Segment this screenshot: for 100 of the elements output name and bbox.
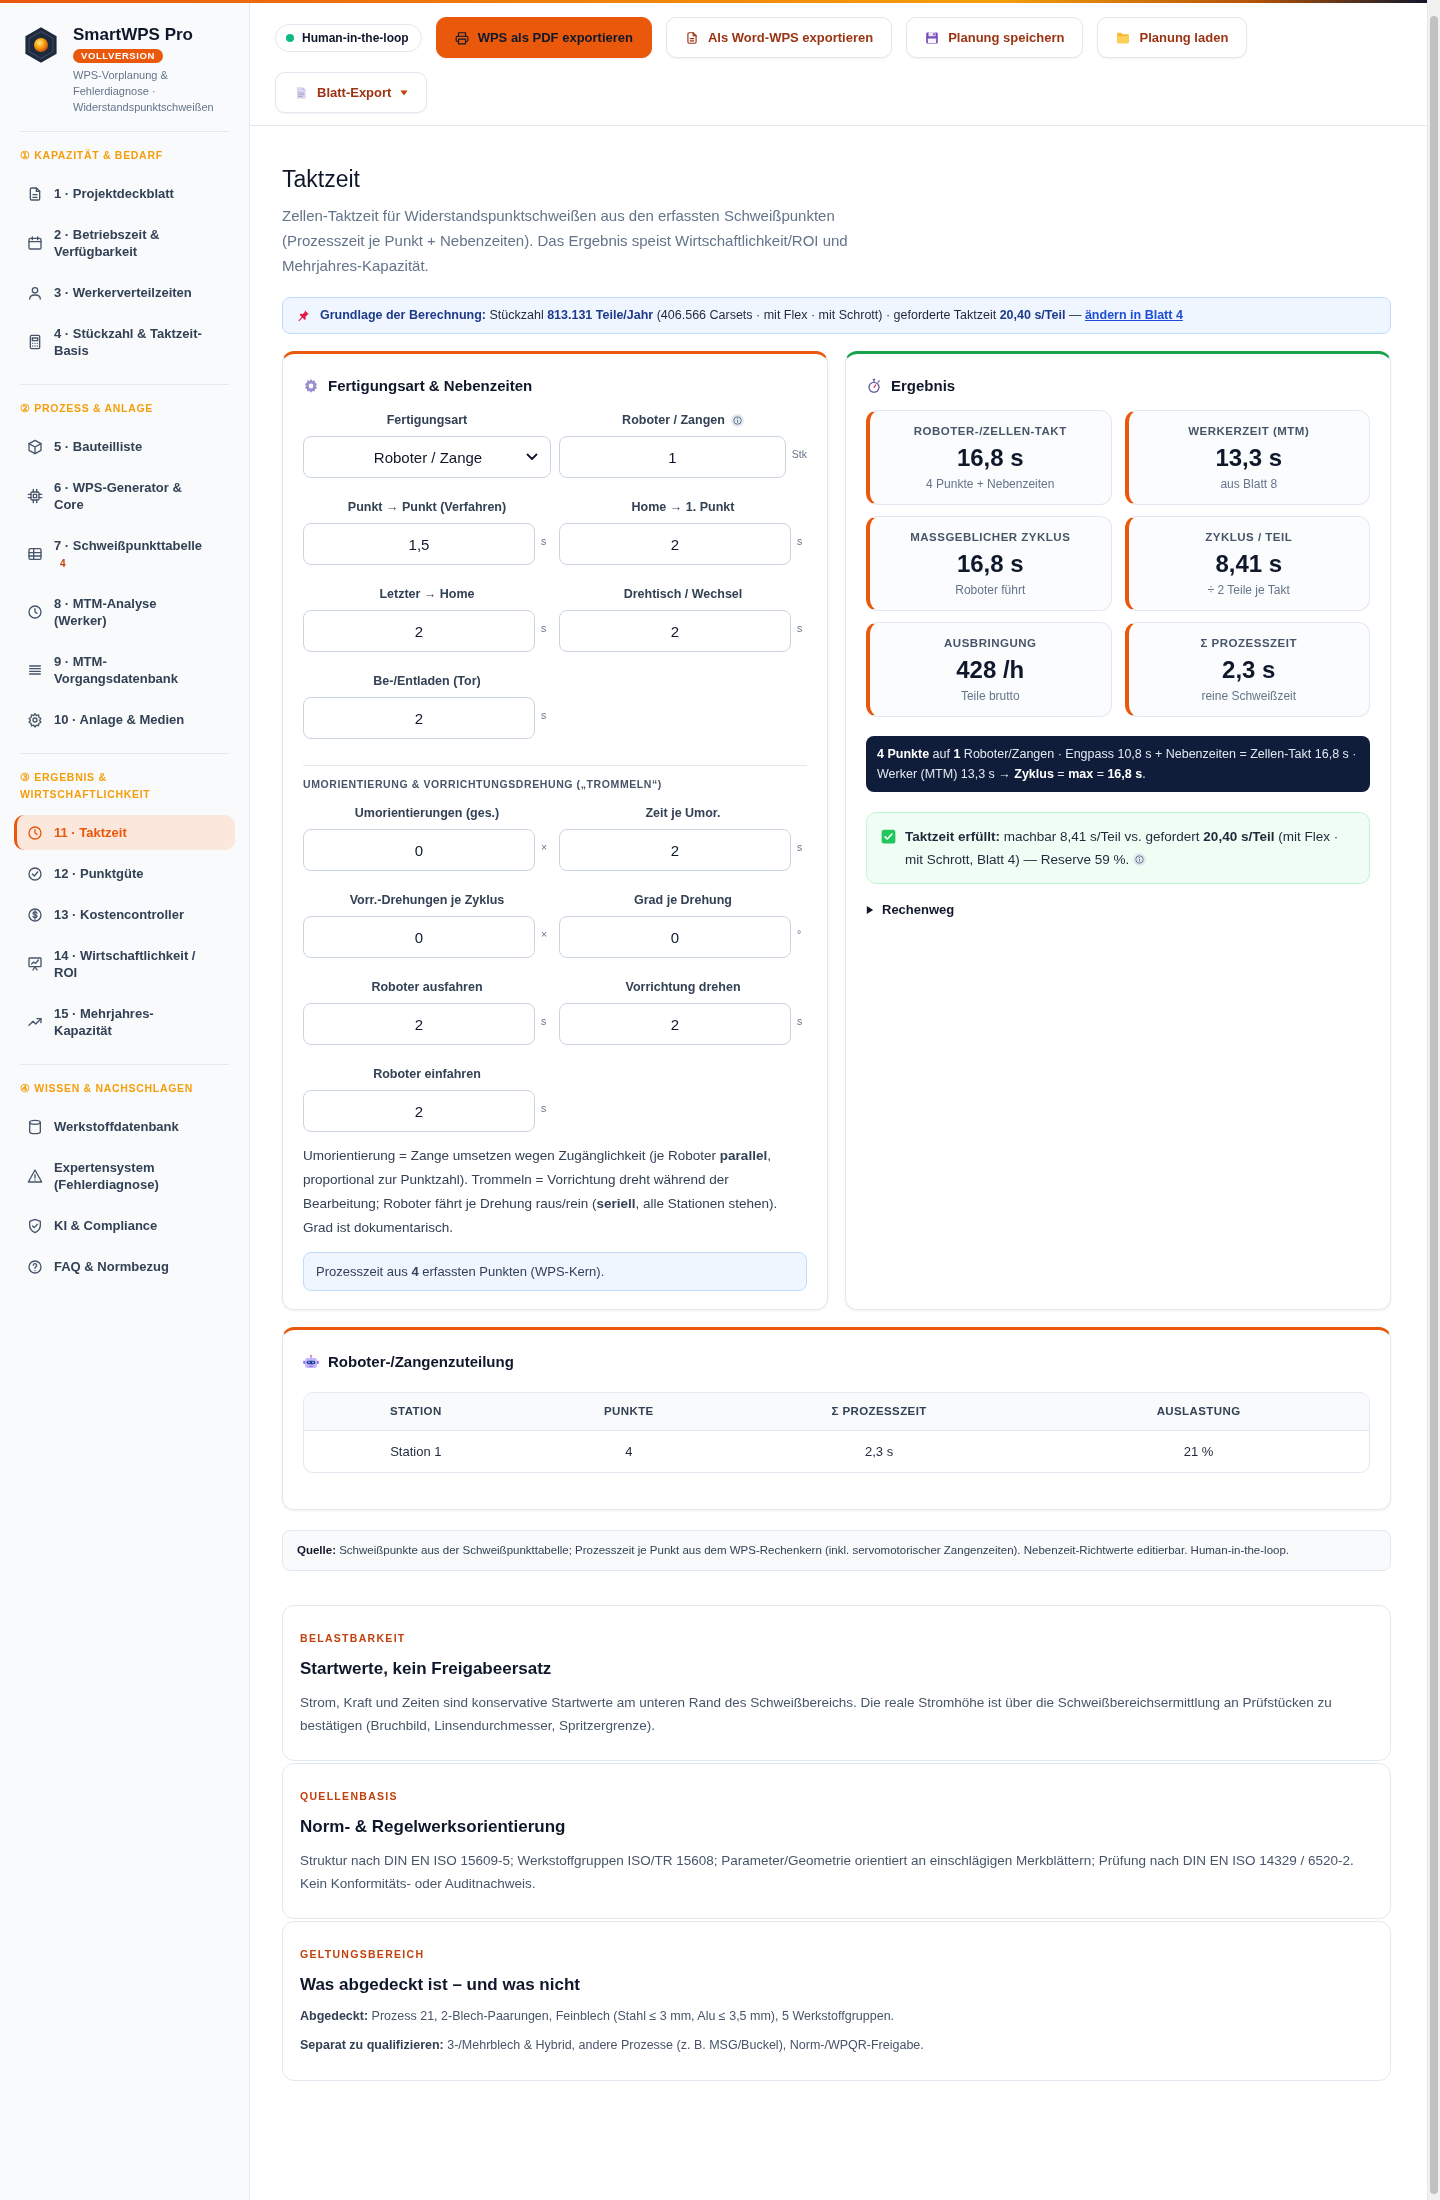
field-label: Roboter ausfahren xyxy=(371,979,483,995)
card-title: Was abgedeckt ist – und was nicht xyxy=(300,1974,581,1996)
unit-label: ° xyxy=(797,928,803,941)
table-cell-text: Station 1 xyxy=(389,1443,443,1461)
caret-icon xyxy=(400,89,409,96)
kpi-caption: Teile brutto xyxy=(959,688,1021,704)
hexagon-logo-icon xyxy=(24,26,58,64)
kpi-caption: aus Blatt 8 xyxy=(1219,476,1279,492)
field-label: Home → 1. Punkt xyxy=(631,499,735,515)
check-circle-icon xyxy=(27,865,43,882)
nav-item[interactable]: FAQ & Normbezug xyxy=(14,1249,235,1284)
field-label: Vorrichtung drehen xyxy=(625,979,741,995)
unit-label: s xyxy=(541,709,548,722)
nav-item[interactable]: 15 · Mehrjahres-Kapazität xyxy=(14,996,235,1048)
unit-label: s xyxy=(541,1015,548,1028)
number-input[interactable]: 1 xyxy=(559,436,786,478)
gear-icon xyxy=(303,378,319,394)
kpi-value: 2,3 s xyxy=(1221,656,1277,684)
card-text: Strom, Kraft und Zeiten sind konservative Startwerte am unteren Rand des Schweißbereichs. Die reale Stromhöhe ist über die Schweißbereichsermittlung an Prüfstücken zu bestätigen (Bruchbild, Linsendurchmesser, Spritzergrenze). xyxy=(300,1694,1333,1735)
number-input[interactable]: 2 xyxy=(559,829,791,871)
unit-label: s xyxy=(797,535,804,548)
change-link[interactable]: ändern in Blatt 4 xyxy=(1084,308,1183,322)
card-eyebrow: BELASTBARKEIT xyxy=(300,1632,407,1645)
nav-item[interactable]: 13 · Kostencontroller xyxy=(14,897,235,932)
save-button[interactable]: Planung speichern xyxy=(906,17,1084,58)
explanation-text: Umorientierung = Zange umsetzen wegen Zugänglichkeit (je Roboter parallel, proportional zur Punktzahl). Trommeln = Vorrichtung dreht während der Bearbeitung; Roboter fährt je Drehung raus/rein (seriell, alle Stationen stehen). Grad ist dokumentarisch. xyxy=(303,1147,779,1237)
nav-item[interactable]: KI & Compliance xyxy=(14,1208,235,1243)
scrollbar-track[interactable] xyxy=(1427,0,1440,2200)
nav-item[interactable]: 12 · Punktgüte xyxy=(14,856,235,891)
nav-item[interactable]: 1 · Projektdeckblatt xyxy=(14,176,235,211)
process-note: Prozesszeit aus 4 erfassten Punkten (WPS-Kern). xyxy=(303,1252,807,1291)
settings-icon xyxy=(27,711,43,728)
stopwatch-icon xyxy=(866,378,882,394)
word-export-button[interactable]: Als Word-WPS exportieren xyxy=(666,17,893,58)
table-cell-text: 2,3 s xyxy=(864,1443,895,1461)
number-input[interactable]: 2 xyxy=(559,1003,791,1045)
table-icon xyxy=(27,546,43,562)
nav-item[interactable]: Werkstoffdatenbank xyxy=(14,1109,235,1144)
scrollbar-thumb[interactable] xyxy=(1430,16,1438,2194)
unit-label: × xyxy=(541,928,549,941)
kpi-caption: Roboter führt xyxy=(954,582,1027,598)
dollar-icon xyxy=(27,906,43,923)
nav-item[interactable]: 8 · MTM-Analyse (Werker) xyxy=(14,586,235,638)
kpi-value: 13,3 s xyxy=(1214,444,1284,472)
table-cell-text: 4 xyxy=(624,1443,634,1461)
nav-item[interactable]: 3 · Werkerverteilzeiten xyxy=(14,275,235,310)
edition-badge: VOLLVERSION xyxy=(73,49,163,63)
number-input[interactable]: 2 xyxy=(559,523,791,565)
number-input[interactable]: 0 xyxy=(303,829,535,871)
nav-item[interactable]: 10 · Anlage & Medien xyxy=(14,702,235,737)
clock-icon xyxy=(27,824,43,841)
kpi-label: MASSGEBLICHER ZYKLUS xyxy=(909,530,1072,544)
kpi-caption: reine Schweißzeit xyxy=(1200,688,1298,704)
nav-item[interactable]: 5 · Bauteilliste xyxy=(14,429,235,464)
nav-item[interactable]: 4 · Stückzahl & Taktzeit-Basis xyxy=(14,316,235,368)
number-input[interactable]: 2 xyxy=(303,610,535,652)
card-title: Startwerte, kein Freigabeersatz xyxy=(300,1658,553,1680)
kpi-value: 16,8 s xyxy=(955,444,1025,472)
field-label: Roboter / Zangen xyxy=(622,412,725,428)
nav-item[interactable]: 6 · WPS-Generator & Core xyxy=(14,470,235,522)
info-icon[interactable] xyxy=(1133,853,1147,866)
printer-icon xyxy=(454,30,469,45)
number-input[interactable]: 0 xyxy=(559,916,791,958)
pdf-export-button[interactable]: WPS als PDF exportieren xyxy=(435,17,652,58)
nav-item[interactable]: Expertensystem (Fehlerdiagnose) xyxy=(14,1150,235,1202)
unit-label: s xyxy=(541,1102,548,1115)
column-header: STATION xyxy=(304,1393,528,1431)
select-field[interactable]: Roboter / Zange xyxy=(303,436,551,478)
number-input[interactable]: 2 xyxy=(303,697,535,739)
kpi-label: AUSBRINGUNG xyxy=(943,636,1038,650)
warning-icon xyxy=(27,1168,43,1184)
chevron-down-icon xyxy=(526,453,538,461)
field-label: Zeit je Umor. xyxy=(645,805,721,821)
sheet-export-button[interactable]: Blatt-Export xyxy=(275,72,428,113)
number-input[interactable]: 0 xyxy=(303,916,535,958)
nav-item[interactable]: 9 · MTM-Vorgangsdatenbank xyxy=(14,644,235,696)
number-input[interactable]: 2 xyxy=(303,1003,535,1045)
column-header: Σ PROZESSZEIT xyxy=(730,1393,1029,1431)
table-cell-text: 21 % xyxy=(1182,1443,1215,1461)
kpi-label: Σ PROZESSZEIT xyxy=(1199,636,1298,650)
nav-item[interactable]: 14 · Wirtschaftlichkeit / ROI xyxy=(14,938,235,990)
panel-title: Ergebnis xyxy=(891,376,956,396)
panel-title: Fertigungsart & Nebenzeiten xyxy=(328,376,533,396)
nav-section-heading: ② PROZESS & ANLAGE xyxy=(19,401,155,416)
app-subtitle: WPS-Vorplanung & Fehlerdiagnose · Widerstandspunktschweißen xyxy=(73,68,215,115)
nav-item[interactable]: 7 · Schweißpunkttabelle 4 xyxy=(14,528,235,580)
load-button[interactable]: Planung laden xyxy=(1097,17,1248,58)
number-input[interactable]: 1,5 xyxy=(303,523,535,565)
kpi-label: WERKERZEIT (MTM) xyxy=(1187,424,1311,438)
chip-icon xyxy=(27,488,43,504)
status-dot-icon xyxy=(286,33,294,42)
number-input[interactable]: 2 xyxy=(559,610,791,652)
nav-section-heading: ① KAPAZITÄT & BEDARF xyxy=(19,148,164,163)
summary-box: 4 Punkte auf 1 Roboter/Zangen · Engpass 10,8 s + Nebenzeiten = Zellen-Takt 16,8 s · Werker (MTM) 13,3 s → Zyklus = max = 16,8 s. xyxy=(866,736,1370,792)
info-icon[interactable] xyxy=(730,413,744,427)
details-toggle[interactable]: Rechenweg xyxy=(866,902,955,918)
nav-item[interactable]: 2 · Betriebszeit & Verfügbarkeit xyxy=(14,217,235,269)
shield-check-icon xyxy=(27,1217,43,1234)
number-input[interactable]: 2 xyxy=(303,1090,535,1132)
list-icon xyxy=(27,662,43,678)
